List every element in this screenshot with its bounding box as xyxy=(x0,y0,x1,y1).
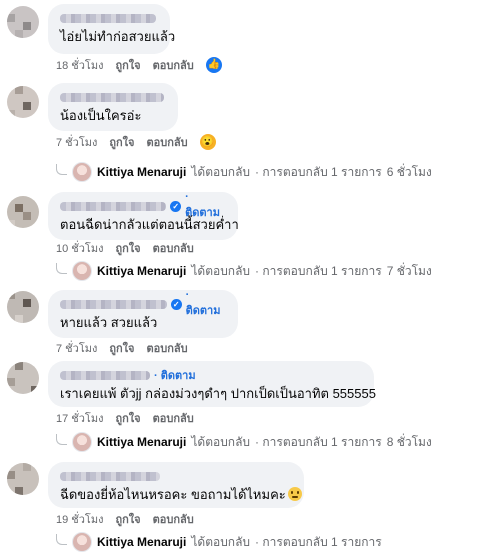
comment-text: น้องเป็นใครอ่ะ xyxy=(60,108,142,123)
commenter-name[interactable] xyxy=(60,370,150,380)
comment-time[interactable]: 10 ชั่วโมง xyxy=(56,239,103,257)
comment-text-content: ฉีดของยี่ห้อไหนหรอคะ ขอถามได้ไหมคะ xyxy=(60,487,286,502)
follow-button[interactable]: · ติดตาม xyxy=(186,289,226,319)
comment-text: ฉีดของยี่ห้อไหนหรอคะ ขอถามได้ไหมคะ xyxy=(60,486,302,503)
comment-bubble: ไอ่ยไม่ทำก่อสวยแล้ว xyxy=(48,4,176,54)
reply-arrow-icon xyxy=(56,262,67,274)
comment-actions: 18 ชั่วโมง ถูกใจ ตอบกลับ 👍 xyxy=(56,57,222,73)
wow-icon[interactable]: 😮 xyxy=(199,134,216,150)
reply-arrow-icon xyxy=(56,533,67,545)
like-button[interactable]: ถูกใจ xyxy=(109,133,134,151)
reply-button[interactable]: ตอบกลับ xyxy=(147,339,188,357)
replier-avatar xyxy=(72,532,92,552)
reply-age: 6 ชั่วโมง xyxy=(386,164,432,179)
reply-count: · การตอบกลับ 1 รายการ xyxy=(255,263,382,278)
commenter-name[interactable] xyxy=(60,92,164,102)
avatar[interactable] xyxy=(7,463,39,495)
replier-avatar xyxy=(72,162,92,182)
comment-bubble: ฉีดของยี่ห้อไหนหรอคะ ขอถามได้ไหมคะ xyxy=(48,462,304,508)
like-icon[interactable]: 👍 xyxy=(205,57,222,73)
reply-button[interactable]: ตอบกลับ xyxy=(147,133,188,151)
reply-age: 8 ชั่วโมง xyxy=(386,434,432,449)
reply-summary[interactable]: Kittiya Menaruji ได้ตอบกลับ · การตอบกลับ… xyxy=(56,162,432,182)
comment-text: ตอนฉีดน่ากลัวแต่ตอนนี้สวยค่ำา xyxy=(60,217,239,232)
replier-avatar xyxy=(72,432,92,452)
comment-bubble: น้องเป็นใครอ่ะ xyxy=(48,83,178,131)
reply-count: · การตอบกลับ 1 รายการ xyxy=(255,534,382,549)
follow-button[interactable]: · ติดตาม xyxy=(154,366,196,384)
comment-actions: 19 ชั่วโมง ถูกใจ ตอบกลับ xyxy=(56,511,194,527)
commenter-name[interactable] xyxy=(60,13,156,23)
like-button[interactable]: ถูกใจ xyxy=(115,239,140,257)
replier-name[interactable]: Kittiya Menaruji xyxy=(97,535,186,549)
reply-action: ได้ตอบกลับ xyxy=(191,164,251,179)
reply-summary[interactable]: Kittiya Menaruji ได้ตอบกลับ · การตอบกลับ… xyxy=(56,261,432,281)
comment-time[interactable]: 17 ชั่วโมง xyxy=(56,409,103,427)
replier-avatar xyxy=(72,261,92,281)
comment-actions: 17 ชั่วโมง ถูกใจ ตอบกลับ xyxy=(56,410,194,426)
reply-action: ได้ตอบกลับ xyxy=(191,263,251,278)
reply-arrow-icon xyxy=(56,163,67,175)
reply-button[interactable]: ตอบกลับ xyxy=(153,510,194,528)
reply-arrow-icon xyxy=(56,433,67,445)
comment-actions: 7 ชั่วโมง ถูกใจ ตอบกลับ 😮 xyxy=(56,134,216,150)
avatar[interactable] xyxy=(7,86,39,118)
avatar[interactable] xyxy=(7,196,39,228)
reply-action: ได้ตอบกลับ xyxy=(191,434,251,449)
comment-time[interactable]: 19 ชั่วโมง xyxy=(56,510,103,528)
smile-emoji-icon xyxy=(287,487,302,501)
comment-text: ไอ่ยไม่ทำก่อสวยแล้ว xyxy=(60,29,176,44)
reply-summary[interactable]: Kittiya Menaruji ได้ตอบกลับ · การตอบกลับ… xyxy=(56,532,382,552)
comment-bubble: ✓ · ติดตาม หายแล้ว สวยแล้ว xyxy=(48,289,238,338)
reply-age: 7 ชั่วโมง xyxy=(386,263,432,278)
avatar[interactable] xyxy=(7,362,39,394)
comment-actions: 7 ชั่วโมง ถูกใจ ตอบกลับ xyxy=(56,340,188,356)
like-button[interactable]: ถูกใจ xyxy=(115,510,140,528)
like-button[interactable]: ถูกใจ xyxy=(115,56,140,74)
verified-icon: ✓ xyxy=(170,200,182,212)
replier-name[interactable]: Kittiya Menaruji xyxy=(97,165,186,179)
comment-actions: 10 ชั่วโมง ถูกใจ ตอบกลับ xyxy=(56,240,194,256)
replier-name[interactable]: Kittiya Menaruji xyxy=(97,264,186,278)
commenter-name[interactable] xyxy=(60,201,167,211)
replier-name[interactable]: Kittiya Menaruji xyxy=(97,435,186,449)
comment-bubble: · ติดตาม เราเคยแพ้ ตัวjj กล่องม่วงๆดำๆ ป… xyxy=(48,361,376,407)
comment-time[interactable]: 18 ชั่วโมง xyxy=(56,56,103,74)
like-button[interactable]: ถูกใจ xyxy=(115,409,140,427)
avatar[interactable] xyxy=(7,6,39,38)
like-button[interactable]: ถูกใจ xyxy=(109,339,134,357)
avatar[interactable] xyxy=(7,291,39,323)
comment-time[interactable]: 7 ชั่วโมง xyxy=(56,339,97,357)
commenter-name[interactable] xyxy=(60,299,167,309)
comment-text: เราเคยแพ้ ตัวjj กล่องม่วงๆดำๆ ปากเป็ดเป็… xyxy=(60,386,376,401)
reply-count: · การตอบกลับ 1 รายการ xyxy=(255,434,382,449)
comment-bubble: ✓ · ติดตาม ตอนฉีดน่ากลัวแต่ตอนนี้สวยค่ำา xyxy=(48,191,239,240)
commenter-name[interactable] xyxy=(60,471,160,481)
comment-time[interactable]: 7 ชั่วโมง xyxy=(56,133,97,151)
reply-button[interactable]: ตอบกลับ xyxy=(153,409,194,427)
reply-summary[interactable]: Kittiya Menaruji ได้ตอบกลับ · การตอบกลับ… xyxy=(56,432,432,452)
reply-count: · การตอบกลับ 1 รายการ xyxy=(255,164,382,179)
reply-button[interactable]: ตอบกลับ xyxy=(153,56,194,74)
reply-button[interactable]: ตอบกลับ xyxy=(153,239,194,257)
verified-icon: ✓ xyxy=(170,298,182,310)
reply-action: ได้ตอบกลับ xyxy=(191,534,251,549)
